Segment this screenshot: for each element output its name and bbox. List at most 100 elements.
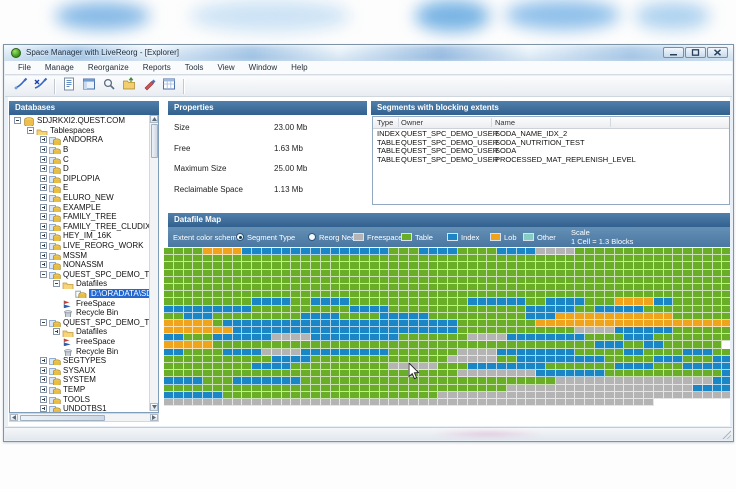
map-cell[interactable] xyxy=(702,355,713,363)
map-cell[interactable] xyxy=(359,334,370,342)
map-cell[interactable] xyxy=(722,312,730,320)
map-cell[interactable] xyxy=(448,370,458,378)
column-header-owner[interactable]: Owner xyxy=(401,118,423,127)
map-cell[interactable] xyxy=(497,384,507,392)
map-cell[interactable] xyxy=(389,283,400,292)
tree-item-segtypes[interactable]: SEGTYPES xyxy=(10,356,149,366)
map-cell[interactable] xyxy=(281,269,292,277)
map-cell[interactable] xyxy=(575,298,586,306)
map-cell[interactable] xyxy=(428,363,439,371)
map-cell[interactable] xyxy=(604,341,615,349)
map-cell[interactable] xyxy=(183,348,194,356)
map-cell[interactable] xyxy=(506,334,517,342)
map-cell[interactable] xyxy=(212,248,223,256)
map-cell[interactable] xyxy=(614,283,625,292)
map-cell[interactable] xyxy=(369,262,380,270)
map-cell[interactable] xyxy=(320,305,331,313)
map-cell[interactable] xyxy=(683,370,694,378)
map-cell[interactable] xyxy=(261,255,272,263)
map-cell[interactable] xyxy=(438,348,449,356)
map-cell[interactable] xyxy=(350,334,360,342)
map-cell[interactable] xyxy=(418,248,429,256)
map-cell[interactable] xyxy=(173,341,184,349)
map-cell[interactable] xyxy=(614,348,625,356)
map-cell[interactable] xyxy=(408,248,419,256)
map-cell[interactable] xyxy=(624,319,635,328)
map-cell[interactable] xyxy=(624,298,635,306)
map-cell[interactable] xyxy=(389,262,400,270)
map-cell[interactable] xyxy=(644,319,654,328)
map-cell[interactable] xyxy=(653,291,664,299)
map-cell[interactable] xyxy=(457,291,468,299)
map-cell[interactable] xyxy=(418,355,429,363)
map-cell[interactable] xyxy=(242,341,253,349)
map-cell[interactable] xyxy=(271,334,282,342)
map-cell[interactable] xyxy=(261,377,272,385)
map-cell[interactable] xyxy=(369,269,380,277)
map-cell[interactable] xyxy=(555,312,566,320)
map-cell[interactable] xyxy=(359,312,370,320)
map-cell[interactable] xyxy=(399,269,409,277)
map-cell[interactable] xyxy=(546,327,556,335)
tree-item-example[interactable]: EXAMPLE xyxy=(10,202,149,212)
map-cell[interactable] xyxy=(222,319,233,328)
map-cell[interactable] xyxy=(418,262,429,270)
map-cell[interactable] xyxy=(487,348,498,356)
map-cell[interactable] xyxy=(565,398,576,407)
map-cell[interactable] xyxy=(673,377,684,385)
map-cell[interactable] xyxy=(712,377,723,385)
map-cell[interactable] xyxy=(595,370,605,378)
map-cell[interactable] xyxy=(526,291,537,299)
expand-plus-icon[interactable] xyxy=(53,328,60,336)
map-cell[interactable] xyxy=(497,262,507,270)
map-cell[interactable] xyxy=(203,319,213,328)
map-cell[interactable] xyxy=(379,384,390,392)
map-cell[interactable] xyxy=(702,269,713,277)
map-cell[interactable] xyxy=(330,298,341,306)
map-cell[interactable] xyxy=(487,298,498,306)
map-cell[interactable] xyxy=(212,305,223,313)
map-cell[interactable] xyxy=(164,341,174,349)
map-cell[interactable] xyxy=(653,391,664,399)
map-cell[interactable] xyxy=(252,255,262,263)
map-cell[interactable] xyxy=(428,276,439,284)
map-cell[interactable] xyxy=(712,384,723,392)
map-cell[interactable] xyxy=(663,355,674,363)
map-cell[interactable] xyxy=(232,262,243,270)
map-cell[interactable] xyxy=(536,283,547,292)
map-cell[interactable] xyxy=(438,391,449,399)
map-cell[interactable] xyxy=(683,269,694,277)
map-cell[interactable] xyxy=(712,363,723,371)
map-cell[interactable] xyxy=(193,312,204,320)
map-cell[interactable] xyxy=(232,377,243,385)
map-cell[interactable] xyxy=(310,312,321,320)
map-cell[interactable] xyxy=(389,276,400,284)
map-cell[interactable] xyxy=(624,341,635,349)
map-cell[interactable] xyxy=(350,391,360,399)
close-button[interactable] xyxy=(707,47,728,58)
map-cell[interactable] xyxy=(164,355,174,363)
map-cell[interactable] xyxy=(506,312,517,320)
map-cell[interactable] xyxy=(467,276,478,284)
map-cell[interactable] xyxy=(722,255,730,263)
map-cell[interactable] xyxy=(438,327,449,335)
map-cell[interactable] xyxy=(212,377,223,385)
tree-item-recycle-bin[interactable]: Recycle Bin xyxy=(10,308,149,318)
map-cell[interactable] xyxy=(310,269,321,277)
map-cell[interactable] xyxy=(487,370,498,378)
map-cell[interactable] xyxy=(477,348,488,356)
map-cell[interactable] xyxy=(350,298,360,306)
map-cell[interactable] xyxy=(369,312,380,320)
map-cell[interactable] xyxy=(408,391,419,399)
map-cell[interactable] xyxy=(438,276,449,284)
map-cell[interactable] xyxy=(712,276,723,284)
map-cell[interactable] xyxy=(722,305,730,313)
map-cell[interactable] xyxy=(203,305,213,313)
map-cell[interactable] xyxy=(183,341,194,349)
map-cell[interactable] xyxy=(164,283,174,292)
map-cell[interactable] xyxy=(301,341,311,349)
map-cell[interactable] xyxy=(281,312,292,320)
map-cell[interactable] xyxy=(467,248,478,256)
map-cell[interactable] xyxy=(320,248,331,256)
map-cell[interactable] xyxy=(438,255,449,263)
